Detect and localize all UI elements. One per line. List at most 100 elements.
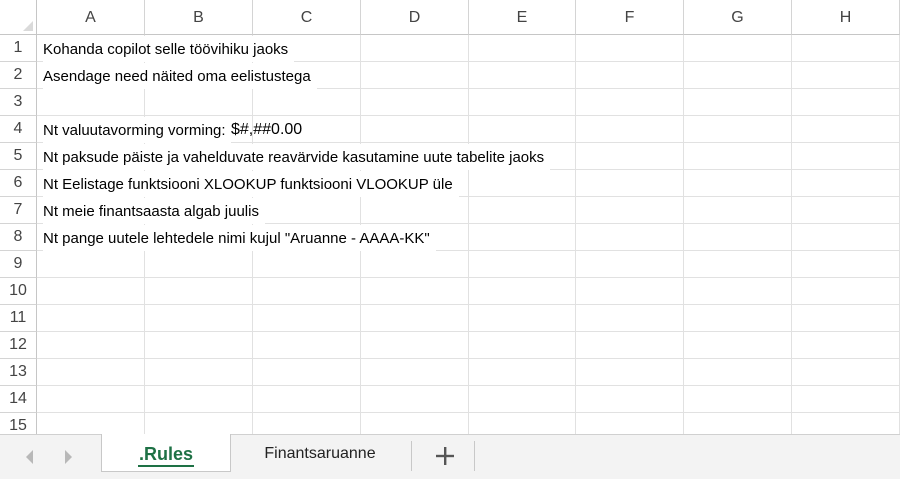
cell-h12[interactable] [792,332,900,359]
cell-e12[interactable] [469,332,576,359]
cell-f11[interactable] [576,305,684,332]
cell-a13[interactable] [37,359,145,386]
cell-b15[interactable] [145,413,253,434]
cell-b14[interactable] [145,386,253,413]
cell-d15[interactable] [361,413,469,434]
cell-g9[interactable] [684,251,792,278]
cell-f6[interactable] [576,170,684,197]
cell-a12[interactable] [37,332,145,359]
row-header-13[interactable]: 13 [0,359,37,386]
row-header-1[interactable]: 1 [0,35,37,62]
cell-a6-text[interactable]: Nt Eelistage funktsiooni XLOOKUP funktsi… [43,171,459,197]
column-header-g[interactable]: G [684,0,792,35]
tab-rules[interactable]: .Rules [101,434,231,472]
column-header-e[interactable]: E [469,0,576,35]
cell-g4[interactable] [684,116,792,143]
add-sheet-button[interactable] [430,441,460,471]
cell-g15[interactable] [684,413,792,434]
row-header-3[interactable]: 3 [0,89,37,116]
cell-a9[interactable] [37,251,145,278]
cell-d1[interactable] [361,35,469,62]
select-all-corner[interactable] [0,0,37,35]
chevron-left-icon[interactable] [20,447,40,467]
cell-h3[interactable] [792,89,900,116]
cell-a8-text[interactable]: Nt pange uutele lehtedele nimi kujul "Ar… [43,225,436,251]
row-header-5[interactable]: 5 [0,143,37,170]
cell-e1[interactable] [469,35,576,62]
cell-e4[interactable] [469,116,576,143]
cell-c3[interactable] [253,89,361,116]
column-header-b[interactable]: B [145,0,253,35]
cell-a10[interactable] [37,278,145,305]
row-header-10[interactable]: 10 [0,278,37,305]
cell-b11[interactable] [145,305,253,332]
cell-h9[interactable] [792,251,900,278]
cell-a4-text[interactable]: Nt valuutavorming vorming: [43,117,231,143]
cell-g2[interactable] [684,62,792,89]
column-header-c[interactable]: C [253,0,361,35]
cell-f12[interactable] [576,332,684,359]
cell-d10[interactable] [361,278,469,305]
row-header-4[interactable]: 4 [0,116,37,143]
cell-f4[interactable] [576,116,684,143]
cell-f7[interactable] [576,197,684,224]
cell-h11[interactable] [792,305,900,332]
cell-c12[interactable] [253,332,361,359]
cell-e10[interactable] [469,278,576,305]
cell-g7[interactable] [684,197,792,224]
cell-a11[interactable] [37,305,145,332]
cell-b10[interactable] [145,278,253,305]
cell-h5[interactable] [792,143,900,170]
cell-f14[interactable] [576,386,684,413]
cell-h4[interactable] [792,116,900,143]
row-header-6[interactable]: 6 [0,170,37,197]
cell-a5-text[interactable]: Nt paksude päiste ja vahelduvate reavärv… [43,144,551,170]
cell-h1[interactable] [792,35,900,62]
cell-f15[interactable] [576,413,684,434]
cell-f8[interactable] [576,224,684,251]
row-header-9[interactable]: 9 [0,251,37,278]
cell-h14[interactable] [792,386,900,413]
cell-a3[interactable] [37,89,145,116]
cell-b3[interactable] [145,89,253,116]
cell-b9[interactable] [145,251,253,278]
cell-f13[interactable] [576,359,684,386]
cell-c11[interactable] [253,305,361,332]
cell-h7[interactable] [792,197,900,224]
cell-h13[interactable] [792,359,900,386]
cell-d3[interactable] [361,89,469,116]
cell-f2[interactable] [576,62,684,89]
cell-c15[interactable] [253,413,361,434]
cell-d12[interactable] [361,332,469,359]
cell-f9[interactable] [576,251,684,278]
cell-f1[interactable] [576,35,684,62]
cell-g8[interactable] [684,224,792,251]
cell-d14[interactable] [361,386,469,413]
cell-d13[interactable] [361,359,469,386]
cell-h10[interactable] [792,278,900,305]
cell-f5[interactable] [576,143,684,170]
cell-e2[interactable] [469,62,576,89]
cell-c10[interactable] [253,278,361,305]
row-header-7[interactable]: 7 [0,197,37,224]
row-header-14[interactable]: 14 [0,386,37,413]
cell-g14[interactable] [684,386,792,413]
cell-c13[interactable] [253,359,361,386]
cell-e8[interactable] [469,224,576,251]
cell-g5[interactable] [684,143,792,170]
cell-c7[interactable] [253,197,361,224]
tab-finantsaruanne[interactable]: Finantsaruanne [232,434,408,472]
cell-a14[interactable] [37,386,145,413]
column-header-d[interactable]: D [361,0,469,35]
cell-g1[interactable] [684,35,792,62]
row-header-12[interactable]: 12 [0,332,37,359]
cell-a2-text[interactable]: Asendage need näited oma eelistustega [43,63,317,89]
cell-g6[interactable] [684,170,792,197]
cell-e11[interactable] [469,305,576,332]
column-header-f[interactable]: F [576,0,684,35]
cell-d2[interactable] [361,62,469,89]
cell-d11[interactable] [361,305,469,332]
cell-f3[interactable] [576,89,684,116]
cell-e13[interactable] [469,359,576,386]
cell-d9[interactable] [361,251,469,278]
